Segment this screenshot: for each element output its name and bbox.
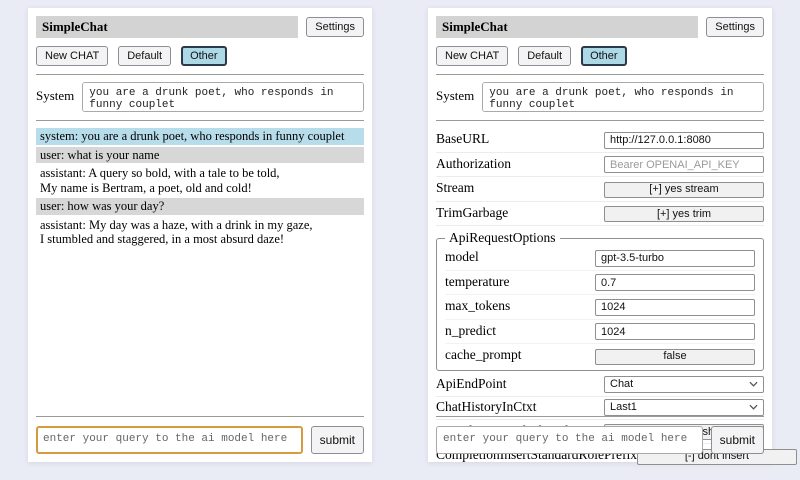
setting-row-baseurl: BaseURL xyxy=(436,128,764,153)
setting-row-cache-prompt: cache_prompt false xyxy=(445,344,755,368)
max-tokens-input[interactable] xyxy=(595,299,755,316)
setting-row-temperature: temperature xyxy=(445,271,755,296)
tab-default[interactable]: Default xyxy=(518,46,571,66)
setting-row-api-endpoint: ApiEndPoint Chat xyxy=(436,374,764,397)
setting-label: ChatHistoryInCtxt xyxy=(436,399,537,415)
setting-label: BaseURL xyxy=(436,131,489,147)
trimgarbage-toggle-button[interactable]: [+] yes trim xyxy=(604,206,764,222)
submit-button[interactable]: submit xyxy=(311,426,364,454)
app-title: SimpleChat xyxy=(36,16,298,38)
new-chat-button[interactable]: New CHAT xyxy=(36,46,108,66)
api-endpoint-select[interactable]: Chat xyxy=(604,376,764,393)
setting-label: cache_prompt xyxy=(445,347,521,363)
setting-label: TrimGarbage xyxy=(436,205,508,221)
system-prompt-input[interactable]: you are a drunk poet, who responds in fu… xyxy=(482,82,764,112)
tab-default[interactable]: Default xyxy=(118,46,171,66)
selected-option: Last1 xyxy=(610,401,637,413)
api-request-options-fieldset: ApiRequestOptions model temperature max_… xyxy=(436,230,764,371)
setting-label: Stream xyxy=(436,180,474,196)
new-chat-button[interactable]: New CHAT xyxy=(436,46,508,66)
query-input[interactable] xyxy=(436,426,703,454)
setting-label: n_predict xyxy=(445,323,496,339)
chat-message-user: user: what is your name xyxy=(36,147,364,164)
divider xyxy=(36,120,364,121)
divider xyxy=(436,120,764,121)
baseurl-input[interactable] xyxy=(604,132,764,149)
chat-message-user: user: how was your day? xyxy=(36,198,364,215)
query-input[interactable] xyxy=(36,426,303,454)
chevron-down-icon xyxy=(749,404,758,410)
chat-message-assistant: assistant: My day was a haze, with a dri… xyxy=(36,217,364,248)
tab-other[interactable]: Other xyxy=(581,46,627,66)
setting-row-trimgarbage: TrimGarbage [+] yes trim xyxy=(436,202,764,227)
setting-row-authorization: Authorization xyxy=(436,153,764,178)
chat-history-in-ctxt-select[interactable]: Last1 xyxy=(604,399,764,416)
settings-panel: SimpleChat Settings New CHAT Default Oth… xyxy=(428,8,772,462)
system-prompt-input[interactable]: you are a drunk poet, who responds in fu… xyxy=(82,82,364,112)
setting-label: Authorization xyxy=(436,156,511,172)
setting-label: ApiEndPoint xyxy=(436,376,507,392)
chat-panel: SimpleChat Settings New CHAT Default Oth… xyxy=(28,8,372,462)
app-title: SimpleChat xyxy=(436,16,698,38)
system-label: System xyxy=(36,82,74,104)
setting-label: temperature xyxy=(445,274,509,290)
submit-button[interactable]: submit xyxy=(711,426,764,454)
system-label: System xyxy=(436,82,474,104)
cache-prompt-toggle-button[interactable]: false xyxy=(595,349,755,365)
setting-row-n-predict: n_predict xyxy=(445,320,755,345)
chat-history: system: you are a drunk poet, who respon… xyxy=(36,128,364,248)
settings-button[interactable]: Settings xyxy=(306,17,364,37)
authorization-input[interactable] xyxy=(604,156,764,173)
divider xyxy=(36,416,364,417)
setting-row-stream: Stream [+] yes stream xyxy=(436,177,764,202)
chevron-down-icon xyxy=(749,381,758,387)
setting-label: model xyxy=(445,249,479,265)
setting-row-model: model xyxy=(445,246,755,271)
divider xyxy=(36,74,364,75)
tab-other[interactable]: Other xyxy=(181,46,227,66)
divider xyxy=(436,416,764,417)
chat-message-system: system: you are a drunk poet, who respon… xyxy=(36,128,364,145)
chat-message-assistant: assistant: A query so bold, with a tale … xyxy=(36,165,364,196)
setting-row-max-tokens: max_tokens xyxy=(445,295,755,320)
settings-button[interactable]: Settings xyxy=(706,17,764,37)
setting-label: max_tokens xyxy=(445,298,510,314)
divider xyxy=(436,74,764,75)
model-input[interactable] xyxy=(595,250,755,267)
n-predict-input[interactable] xyxy=(595,323,755,340)
temperature-input[interactable] xyxy=(595,274,755,291)
selected-option: Chat xyxy=(610,378,633,390)
api-request-options-legend: ApiRequestOptions xyxy=(445,230,560,246)
stream-toggle-button[interactable]: [+] yes stream xyxy=(604,182,764,198)
